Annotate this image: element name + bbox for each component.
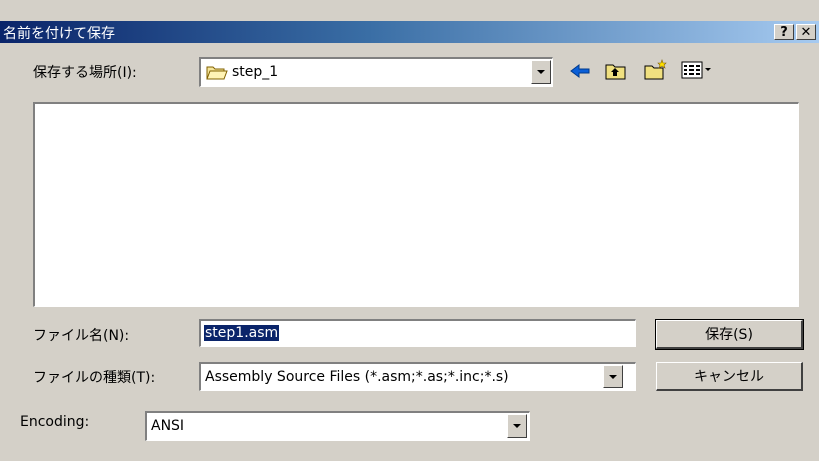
up-folder-icon[interactable]	[604, 60, 628, 81]
location-label: 保存する場所(I):	[33, 65, 137, 81]
filetype-dropdown-button[interactable]	[603, 365, 623, 388]
filename-value: step1.asm	[204, 325, 280, 341]
encoding-combo[interactable]: ANSI	[145, 411, 530, 441]
save-button[interactable]: 保存(S)	[655, 319, 804, 350]
title-bar[interactable]: 名前を付けて保存	[0, 21, 819, 43]
encoding-label: Encoding:	[20, 414, 90, 430]
new-folder-icon[interactable]	[643, 58, 669, 81]
view-menu-icon[interactable]	[681, 61, 713, 79]
location-combo[interactable]: step_1	[199, 57, 553, 87]
filetype-value: Assembly Source Files (*.asm;*.as;*.inc;…	[205, 369, 509, 385]
filetype-combo[interactable]: Assembly Source Files (*.asm;*.as;*.inc;…	[199, 362, 636, 391]
filetype-label: ファイルの種類(T):	[33, 370, 156, 386]
location-value: step_1	[232, 64, 279, 80]
encoding-value: ANSI	[151, 418, 185, 434]
window-title: 名前を付けて保存	[3, 26, 115, 42]
cancel-button[interactable]: キャンセル	[656, 362, 803, 391]
back-arrow-icon[interactable]	[569, 62, 591, 80]
filename-input[interactable]: step1.asm	[199, 319, 636, 347]
help-button[interactable]: ?	[774, 24, 794, 40]
encoding-dropdown-button[interactable]	[507, 414, 527, 438]
file-list[interactable]	[33, 102, 799, 307]
folder-icon	[206, 66, 228, 80]
location-dropdown-button[interactable]	[531, 60, 551, 84]
filename-label: ファイル名(N):	[33, 328, 130, 344]
close-button[interactable]: ✕	[796, 24, 816, 40]
